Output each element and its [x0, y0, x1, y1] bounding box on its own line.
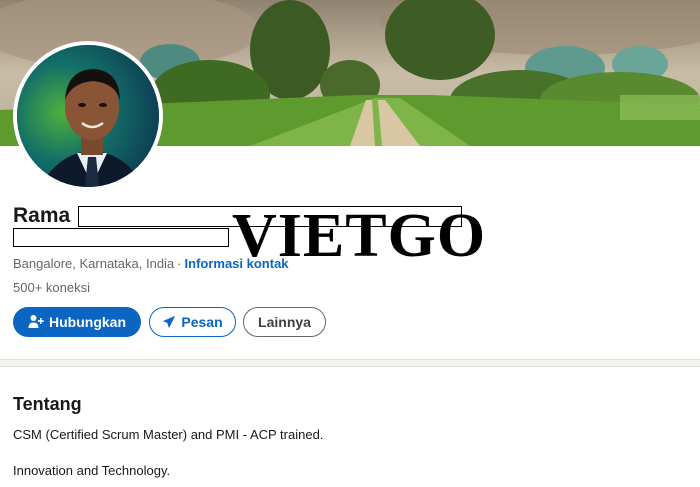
connections-count[interactable]: 500+ koneksi	[13, 280, 90, 296]
message-button[interactable]: Pesan	[149, 307, 236, 337]
about-heading: Tentang	[13, 394, 82, 414]
profile-avatar[interactable]	[13, 41, 163, 191]
connect-button-label: Hubungkan	[49, 314, 126, 330]
profile-name: Rama	[13, 204, 71, 227]
more-button-label: Lainnya	[258, 314, 311, 330]
about-text-line: Innovation and Technology.	[13, 463, 171, 478]
connect-button[interactable]: Hubungkan	[13, 307, 141, 337]
profile-location: Bangalore, Karnataka, India	[13, 256, 175, 271]
person-add-icon	[28, 314, 44, 330]
profile-location-row: Bangalore, Karnataka, India · Informasi ko…	[13, 256, 289, 272]
separator-dot: ·	[177, 256, 182, 271]
section-divider	[0, 359, 700, 367]
contact-info-link[interactable]: Informasi kontak	[185, 256, 289, 271]
redaction-box	[13, 228, 229, 247]
paper-plane-icon	[162, 315, 176, 329]
about-text-line: CSM (Certified Scrum Master) and PMI - A…	[13, 427, 324, 442]
more-button[interactable]: Lainnya	[243, 307, 326, 337]
profile-name-row: Rama	[13, 203, 70, 229]
message-button-label: Pesan	[181, 314, 223, 330]
